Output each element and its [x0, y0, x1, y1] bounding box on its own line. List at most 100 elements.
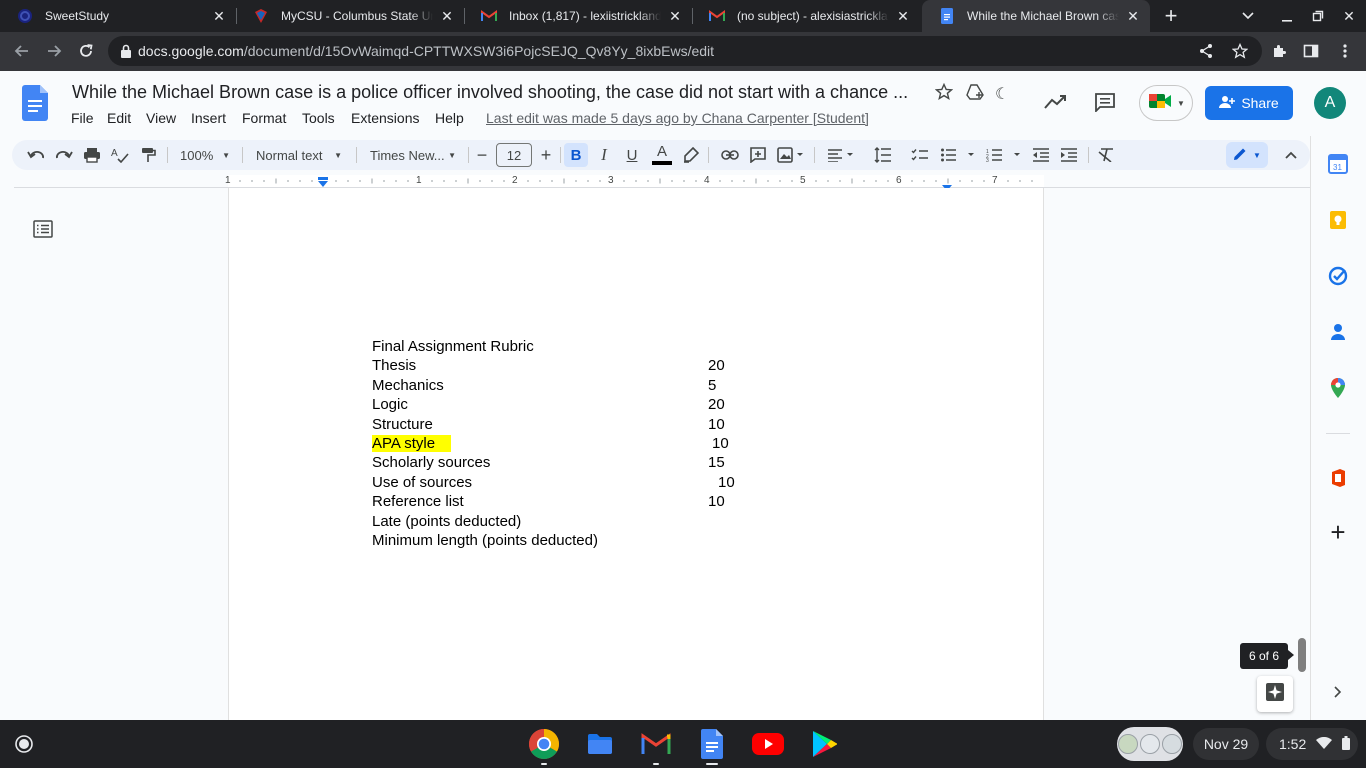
contacts-icon[interactable] [1326, 320, 1350, 344]
reload-icon[interactable] [71, 36, 101, 66]
numbered-list-icon[interactable]: 123 [984, 140, 1024, 170]
rubric-criterion[interactable]: Use of sources [372, 474, 472, 491]
document-outline-icon[interactable] [33, 220, 53, 243]
system-tray[interactable]: 1:52 [1266, 728, 1358, 760]
tab-gmail-no-subject[interactable]: (no subject) - alexisiastricklanc ✕ [692, 0, 920, 32]
hide-menus-icon[interactable] [1280, 140, 1302, 170]
vertical-scrollbar-thumb[interactable] [1298, 638, 1306, 672]
print-icon[interactable] [81, 140, 103, 170]
meet-button[interactable]: ▼ [1139, 85, 1193, 121]
play-store-app-icon[interactable] [808, 728, 840, 760]
star-icon[interactable] [934, 82, 954, 106]
line-spacing-icon[interactable] [872, 140, 894, 170]
new-tab-button[interactable]: + [1154, 0, 1188, 32]
increase-indent-icon[interactable] [1058, 140, 1080, 170]
chrome-app-icon[interactable] [528, 728, 560, 760]
increase-font-size-button[interactable]: + [536, 140, 556, 170]
text-color-button[interactable]: A [650, 140, 674, 170]
highlight-icon[interactable] [680, 140, 702, 170]
tab-google-doc[interactable]: While the Michael Brown case ✕ [922, 0, 1150, 32]
zoom-select[interactable]: 100% ▼ [174, 140, 236, 170]
files-app-icon[interactable] [584, 728, 616, 760]
add-comment-icon[interactable] [746, 140, 770, 170]
font-family-select[interactable]: Times New... ▼ [364, 140, 462, 170]
launcher-icon[interactable] [12, 732, 36, 756]
tab-sweetstudy[interactable]: SweetStudy ✕ [0, 0, 236, 32]
get-add-ons-icon[interactable]: + [1326, 517, 1350, 547]
menu-extensions[interactable]: Extensions [351, 110, 419, 126]
docs-logo-icon[interactable] [22, 85, 48, 126]
checklist-icon[interactable] [908, 140, 932, 170]
highlighted-rubric-criterion[interactable]: APA style [372, 435, 451, 452]
minimize-icon[interactable] [1270, 0, 1304, 32]
explore-button[interactable] [1257, 676, 1293, 712]
rubric-points[interactable]: 20 [708, 357, 725, 374]
spellcheck-icon[interactable]: A [109, 140, 131, 170]
avatar[interactable]: A [1314, 87, 1346, 119]
close-tab-icon[interactable]: ✕ [895, 8, 911, 24]
maps-icon[interactable] [1326, 376, 1350, 400]
rubric-points[interactable]: 10 [718, 474, 735, 491]
gmail-app-icon[interactable] [640, 728, 672, 760]
rubric-criterion[interactable]: Scholarly sources [372, 454, 490, 471]
menu-format[interactable]: Format [242, 110, 286, 126]
omnibox[interactable]: docs.google.com/document/d/15OvWaimqd-CP… [108, 36, 1262, 66]
date-tray[interactable]: Nov 29 [1193, 728, 1259, 760]
paragraph-style-select[interactable]: Normal text ▼ [250, 140, 348, 170]
paint-format-icon[interactable] [137, 140, 159, 170]
activity-dashboard-icon[interactable] [1043, 92, 1067, 117]
menu-insert[interactable]: Insert [191, 110, 226, 126]
rubric-points[interactable]: 20 [708, 396, 725, 413]
redo-icon[interactable] [53, 140, 75, 170]
comments-icon[interactable] [1094, 92, 1116, 117]
youtube-app-icon[interactable] [752, 728, 784, 760]
office-addon-icon[interactable] [1326, 466, 1350, 490]
rubric-criterion[interactable]: Thesis [372, 357, 416, 374]
browser-menu-icon[interactable] [1330, 36, 1360, 66]
menu-tools[interactable]: Tools [302, 110, 335, 126]
close-tab-icon[interactable]: ✕ [439, 8, 455, 24]
close-window-icon[interactable]: ✕ [1332, 0, 1366, 32]
rubric-heading[interactable]: Final Assignment Rubric [372, 338, 534, 355]
menu-view[interactable]: View [146, 110, 176, 126]
cloud-status-icon[interactable]: ☾ [995, 84, 1009, 104]
rubric-criterion[interactable]: Minimum length (points deducted) [372, 532, 598, 549]
rubric-criterion[interactable]: Late (points deducted) [372, 513, 521, 530]
extensions-icon[interactable] [1264, 36, 1294, 66]
share-page-icon[interactable] [1198, 43, 1214, 59]
rubric-points[interactable]: 15 [708, 454, 725, 471]
rubric-points[interactable]: 10 [708, 416, 725, 433]
rubric-criterion[interactable]: Reference list [372, 493, 464, 510]
bookmark-star-icon[interactable] [1232, 43, 1248, 59]
font-size-input[interactable]: 12 [496, 143, 532, 167]
side-panel-icon[interactable] [1296, 36, 1326, 66]
close-tab-icon[interactable]: ✕ [211, 8, 227, 24]
last-edit-link[interactable]: Last edit was made 5 days ago by Chana C… [486, 110, 869, 126]
holding-space-tray[interactable] [1117, 727, 1183, 761]
rubric-points[interactable]: 10 [712, 435, 729, 452]
close-tab-icon[interactable]: ✕ [1125, 8, 1141, 24]
editing-mode-button[interactable]: ▼ [1226, 142, 1268, 168]
insert-image-icon[interactable] [774, 140, 808, 170]
rubric-points[interactable]: 5 [708, 377, 716, 394]
move-to-drive-icon[interactable] [965, 83, 985, 106]
restore-icon[interactable] [1301, 0, 1335, 32]
tab-gmail-inbox[interactable]: Inbox (1,817) - lexiistrickland@ ✕ [464, 0, 692, 32]
insert-link-icon[interactable] [718, 140, 742, 170]
decrease-indent-icon[interactable] [1030, 140, 1052, 170]
decrease-font-size-button[interactable]: − [472, 140, 492, 170]
tab-mycsu[interactable]: MyCSU - Columbus State Univ ✕ [236, 0, 464, 32]
italic-button[interactable]: I [593, 140, 615, 170]
rubric-points[interactable]: 10 [708, 493, 725, 510]
docs-app-icon[interactable] [696, 728, 728, 760]
url-text[interactable]: docs.google.com/document/d/15OvWaimqd-CP… [138, 43, 714, 59]
keep-icon[interactable] [1326, 208, 1350, 232]
underline-button[interactable]: U [621, 140, 643, 170]
share-button[interactable]: Share [1205, 86, 1293, 120]
rubric-criterion[interactable]: Structure [372, 416, 433, 433]
menu-edit[interactable]: Edit [107, 110, 131, 126]
bulleted-list-icon[interactable] [938, 140, 978, 170]
forward-icon[interactable] [39, 36, 69, 66]
clear-formatting-icon[interactable] [1095, 140, 1117, 170]
undo-icon[interactable] [25, 140, 47, 170]
